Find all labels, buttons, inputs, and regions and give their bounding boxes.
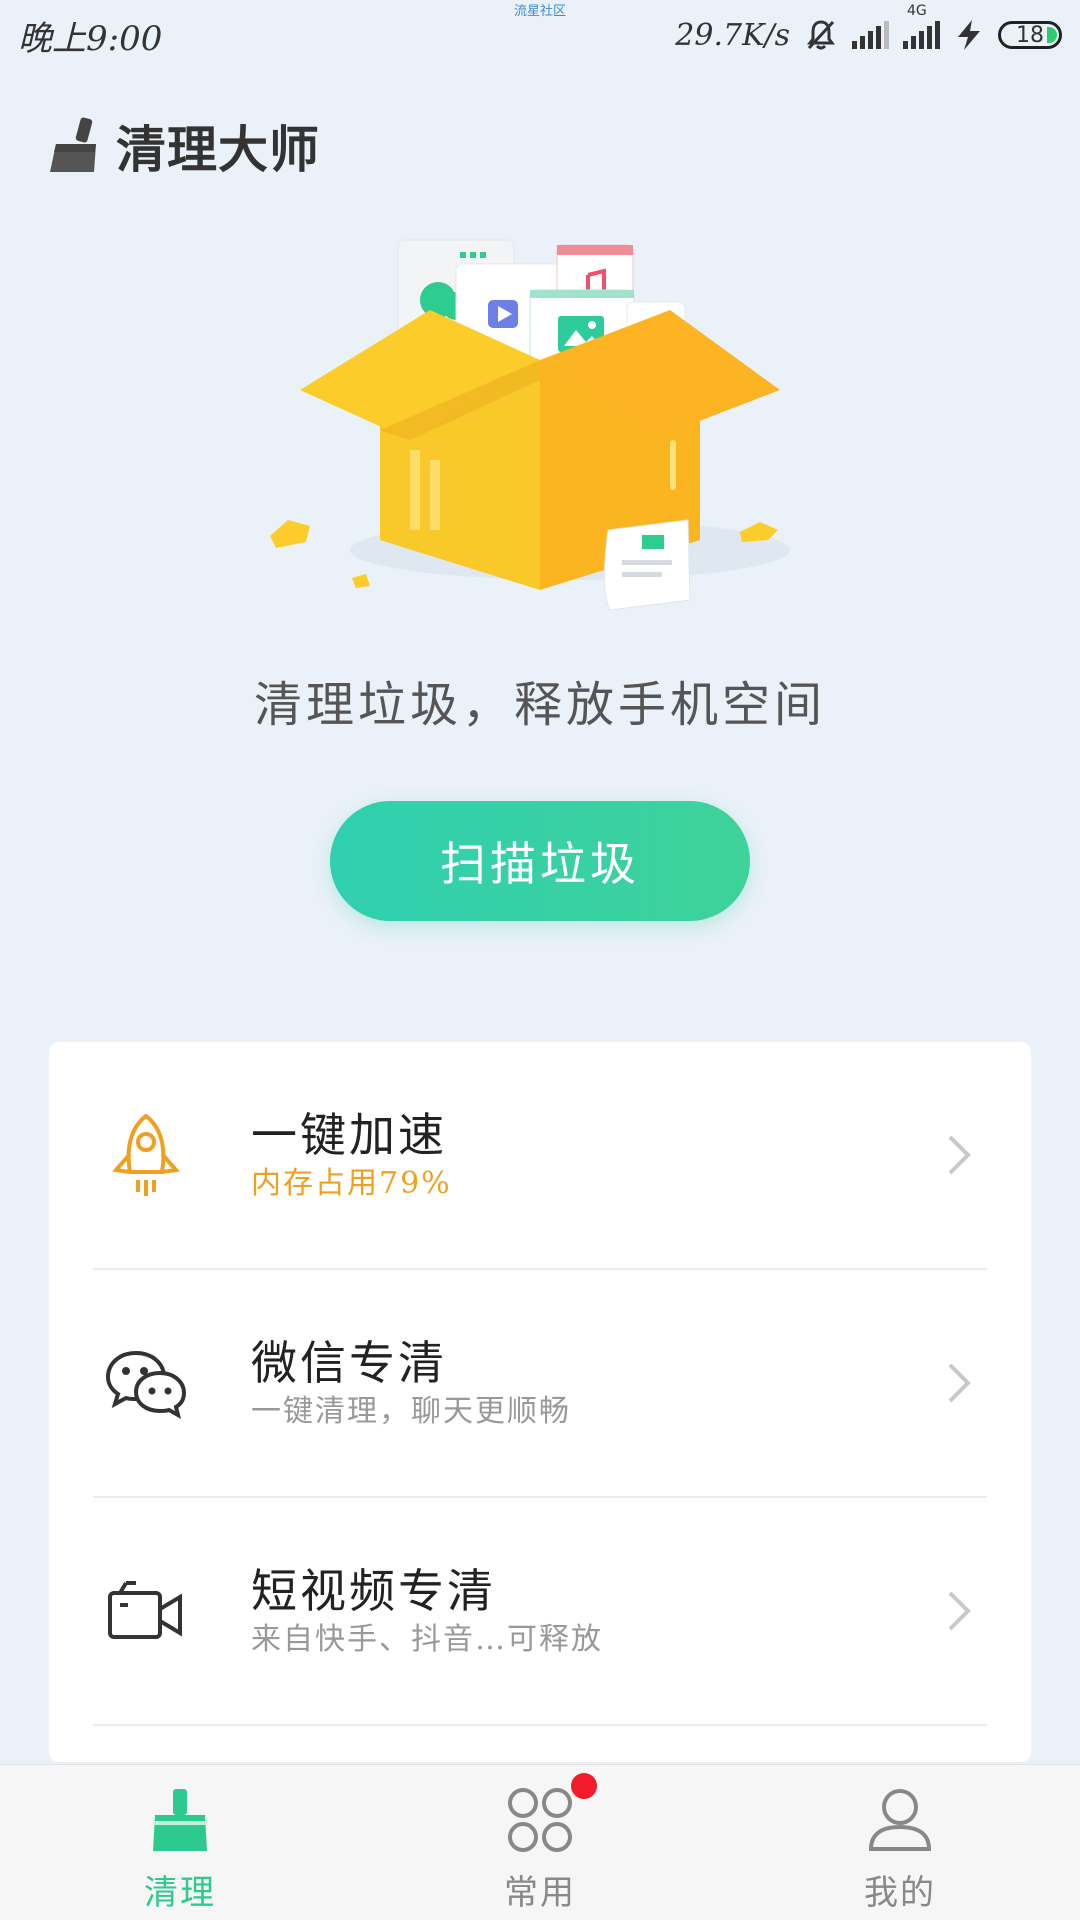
status-bar: 晚上9:00 流星社区 29.7K/s 4G 18 xyxy=(0,0,1080,70)
feature-title: 短视频专清 xyxy=(251,1564,496,1618)
battery-indicator: 18 xyxy=(998,21,1062,49)
broom-logo-icon xyxy=(50,117,96,172)
feature-subtitle: 来自快手、抖音…可释放 xyxy=(251,1622,603,1657)
mute-icon xyxy=(807,20,835,50)
app-header: 清理大师 xyxy=(44,110,320,182)
nav-label: 清理 xyxy=(144,1873,216,1913)
wechat-icon xyxy=(101,1338,191,1428)
rocket-icon xyxy=(101,1110,191,1200)
nav-label: 常用 xyxy=(504,1873,576,1913)
grid-icon xyxy=(505,1773,597,1855)
user-icon xyxy=(868,1789,932,1851)
bottom-nav: 清理 常用 我的 xyxy=(0,1764,1080,1920)
video-camera-icon xyxy=(101,1566,191,1656)
hero-slogan: 清理垃圾，释放手机空间 xyxy=(253,677,826,733)
feature-card: 一键加速 内存占用79% 微信专清 一键清理，聊天更顺畅 短视频专清 来自快手、… xyxy=(49,1042,1031,1762)
nav-tab-common[interactable]: 常用 xyxy=(450,1773,630,1915)
app-title: 清理大师 xyxy=(116,121,320,179)
status-indicators: 29.7K/s 4G 18 xyxy=(675,3,1062,53)
feature-title: 微信专清 xyxy=(251,1336,447,1390)
broom-icon xyxy=(153,1789,207,1851)
charging-bolt-icon xyxy=(958,20,980,50)
network-type: 4G xyxy=(907,3,927,19)
status-center-text: 流星社区 xyxy=(513,4,567,19)
feature-short-video-clean[interactable]: 短视频专清 来自快手、抖音…可释放 xyxy=(93,1498,987,1726)
signal-icon-1 xyxy=(852,21,889,49)
feature-title: 一键加速 xyxy=(251,1108,447,1162)
notification-badge xyxy=(571,1773,597,1799)
nav-label: 我的 xyxy=(864,1873,936,1913)
status-time: 晚上9:00 xyxy=(18,18,163,59)
chevron-right-icon xyxy=(939,1581,979,1641)
scan-junk-button[interactable]: 扫描垃圾 xyxy=(330,801,750,921)
feature-speedup[interactable]: 一键加速 内存占用79% xyxy=(93,1042,987,1270)
nav-tab-mine[interactable]: 我的 xyxy=(810,1785,990,1915)
feature-wechat-clean[interactable]: 微信专清 一键清理，聊天更顺畅 xyxy=(93,1270,987,1498)
nav-tab-clean[interactable]: 清理 xyxy=(90,1785,270,1915)
box-illustration xyxy=(270,239,790,611)
chevron-right-icon xyxy=(939,1353,979,1413)
chevron-right-icon xyxy=(939,1125,979,1185)
net-speed: 29.7K/s xyxy=(675,17,790,53)
feature-subtitle: 内存占用79% xyxy=(251,1166,452,1201)
signal-icon-2: 4G xyxy=(903,3,940,49)
feature-subtitle: 一键清理，聊天更顺畅 xyxy=(251,1394,571,1429)
